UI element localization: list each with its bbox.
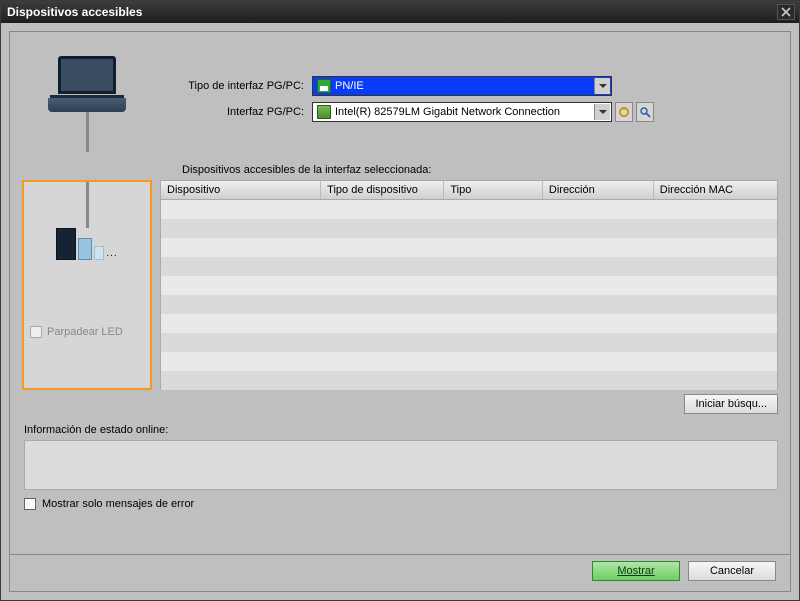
row-interface: Interfaz PG/PC: Intel(R) 82579LM Gigabit…	[152, 102, 778, 122]
titlebar: Dispositivos accesibles	[1, 1, 799, 23]
blink-led-checkbox[interactable]	[30, 326, 42, 338]
col-address[interactable]: Dirección	[543, 181, 654, 199]
dialog-body: Tipo de interfaz PG/PC: PN/IE Interfaz P…	[9, 31, 791, 592]
interface-type-value: PN/IE	[335, 80, 364, 92]
interface-value: Intel(R) 82579LM Gigabit Network Connect…	[335, 106, 560, 118]
col-device-type[interactable]: Tipo de dispositivo	[321, 181, 444, 199]
source-device-column	[22, 40, 152, 152]
table-row[interactable]	[161, 371, 777, 390]
status-area: Información de estado online: Mostrar so…	[10, 418, 790, 514]
table-row[interactable]	[161, 219, 777, 238]
search-row: Iniciar búsqu...	[10, 390, 790, 418]
chevron-down-icon[interactable]	[594, 104, 610, 120]
refresh-button[interactable]	[615, 102, 633, 122]
nic-icon	[317, 105, 331, 119]
top-area: Tipo de interfaz PG/PC: PN/IE Interfaz P…	[10, 32, 790, 156]
row-interface-type: Tipo de interfaz PG/PC: PN/IE	[152, 76, 778, 96]
table-row[interactable]	[161, 295, 777, 314]
table-row[interactable]	[161, 276, 777, 295]
target-device-box: ... Parpadear LED	[22, 180, 152, 390]
col-device[interactable]: Dispositivo	[161, 181, 321, 199]
dialog-frame: Dispositivos accesibles Tipo de interfaz…	[0, 0, 800, 601]
table-body[interactable]	[161, 200, 777, 390]
show-button[interactable]: Mostrar	[592, 561, 680, 581]
close-button[interactable]	[777, 4, 795, 20]
start-search-button[interactable]: Iniciar búsqu...	[684, 394, 778, 414]
col-mac[interactable]: Dirección MAC	[654, 181, 777, 199]
footer-separator	[10, 554, 790, 555]
interface-label: Interfaz PG/PC:	[152, 106, 312, 118]
mid-area: ... Parpadear LED Dispositivo Tipo de di…	[10, 180, 790, 390]
cancel-button[interactable]: Cancelar	[688, 561, 776, 581]
configure-button[interactable]	[636, 102, 654, 122]
chevron-down-icon[interactable]	[594, 78, 610, 94]
table-row[interactable]	[161, 333, 777, 352]
cable-icon	[86, 182, 89, 228]
laptop-icon	[48, 56, 126, 112]
plc-icon: ...	[56, 228, 117, 260]
table-header-row: Dispositivo Tipo de dispositivo Tipo Dir…	[161, 181, 777, 200]
table-row[interactable]	[161, 200, 777, 219]
blink-led-row: Parpadear LED	[30, 326, 123, 338]
cable-icon	[86, 112, 89, 152]
interface-select[interactable]: Intel(R) 82579LM Gigabit Network Connect…	[312, 102, 612, 122]
interface-form: Tipo de interfaz PG/PC: PN/IE Interfaz P…	[152, 40, 778, 152]
pnie-icon	[317, 79, 331, 93]
status-listbox[interactable]	[24, 440, 778, 490]
table-row[interactable]	[161, 238, 777, 257]
errors-only-row: Mostrar solo mensajes de error	[24, 498, 778, 510]
errors-only-label: Mostrar solo mensajes de error	[42, 498, 194, 510]
table-caption: Dispositivos accesibles de la interfaz s…	[10, 156, 790, 180]
errors-only-checkbox[interactable]	[24, 498, 36, 510]
table-row[interactable]	[161, 352, 777, 371]
table-row[interactable]	[161, 257, 777, 276]
status-label: Información de estado online:	[24, 424, 778, 436]
interface-type-select[interactable]: PN/IE	[312, 76, 612, 96]
col-type[interactable]: Tipo	[444, 181, 543, 199]
table-row[interactable]	[161, 314, 777, 333]
blink-led-label: Parpadear LED	[47, 326, 123, 338]
footer-buttons: Mostrar Cancelar	[10, 561, 790, 591]
interface-type-label: Tipo de interfaz PG/PC:	[152, 80, 312, 92]
window-title: Dispositivos accesibles	[5, 5, 777, 19]
devices-table: Dispositivo Tipo de dispositivo Tipo Dir…	[160, 180, 778, 390]
